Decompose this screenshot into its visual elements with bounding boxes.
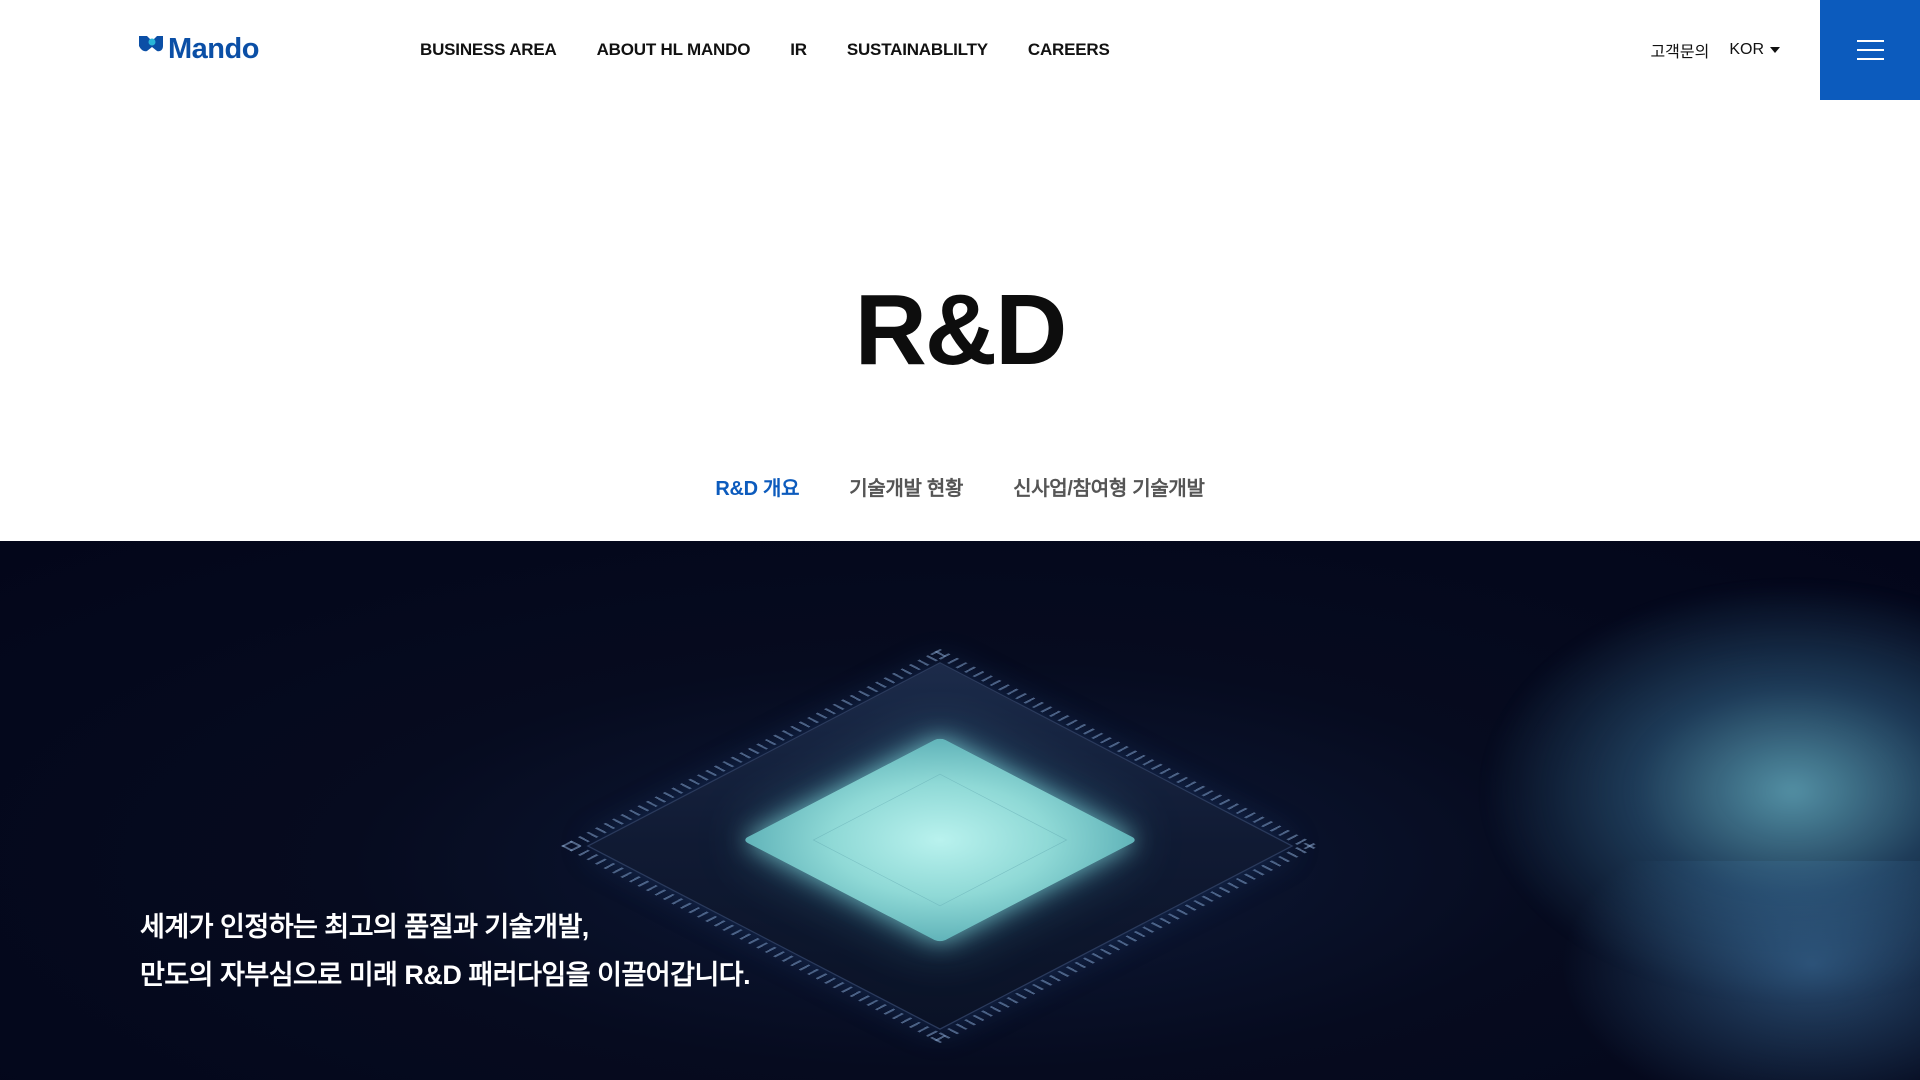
page-title: R&D: [854, 274, 1068, 386]
hamburger-icon: [1856, 49, 1884, 51]
nav-careers[interactable]: CAREERS: [1028, 40, 1110, 60]
hamburger-icon: [1856, 40, 1884, 42]
hero-glow: [1560, 861, 1920, 1080]
nav-business-area[interactable]: BUSINESS AREA: [420, 40, 557, 60]
nav-about-hl-mando[interactable]: ABOUT HL MANDO: [597, 40, 751, 60]
mando-logo-icon: [138, 32, 166, 64]
logo-text: Mando: [168, 33, 259, 65]
customer-inquiry-link[interactable]: 고객문의: [1650, 38, 1709, 62]
main-navigation: BUSINESS AREA ABOUT HL MANDO IR SUSTAINA…: [420, 0, 1110, 100]
hero-line-1: 세계가 인정하는 최고의 품질과 기술개발,: [140, 912, 589, 942]
menu-button[interactable]: [1820, 0, 1920, 100]
mando-logo[interactable]: Mando: [138, 24, 259, 64]
tab-rnd-overview[interactable]: R&D 개요: [715, 472, 799, 501]
hero-banner: 세계가 인정하는 최고의 품질과 기술개발, 만도의 자부심으로 미래 R&D …: [0, 541, 1920, 1080]
utility-links: 고객문의 KOR: [1650, 0, 1780, 100]
caret-down-icon: [1770, 47, 1780, 53]
sub-tabs: R&D 개요 기술개발 현황 신사업/참여형 기술개발: [0, 472, 1920, 501]
language-selector[interactable]: KOR: [1729, 41, 1780, 59]
hero-line-2: 만도의 자부심으로 미래 R&D 패러다임을 이끌어갑니다.: [140, 960, 751, 990]
site-header: Mando BUSINESS AREA ABOUT HL MANDO IR SU…: [0, 0, 1920, 100]
tab-tech-development-status[interactable]: 기술개발 현황: [849, 472, 963, 501]
hero-headline: 세계가 인정하는 최고의 품질과 기술개발, 만도의 자부심으로 미래 R&D …: [140, 903, 751, 999]
tab-new-business-tech-development[interactable]: 신사업/참여형 기술개발: [1013, 472, 1205, 501]
nav-ir[interactable]: IR: [790, 40, 807, 60]
nav-sustainability[interactable]: SUSTAINABLILTY: [847, 40, 988, 60]
language-label: KOR: [1729, 41, 1764, 58]
hamburger-icon: [1856, 58, 1884, 60]
